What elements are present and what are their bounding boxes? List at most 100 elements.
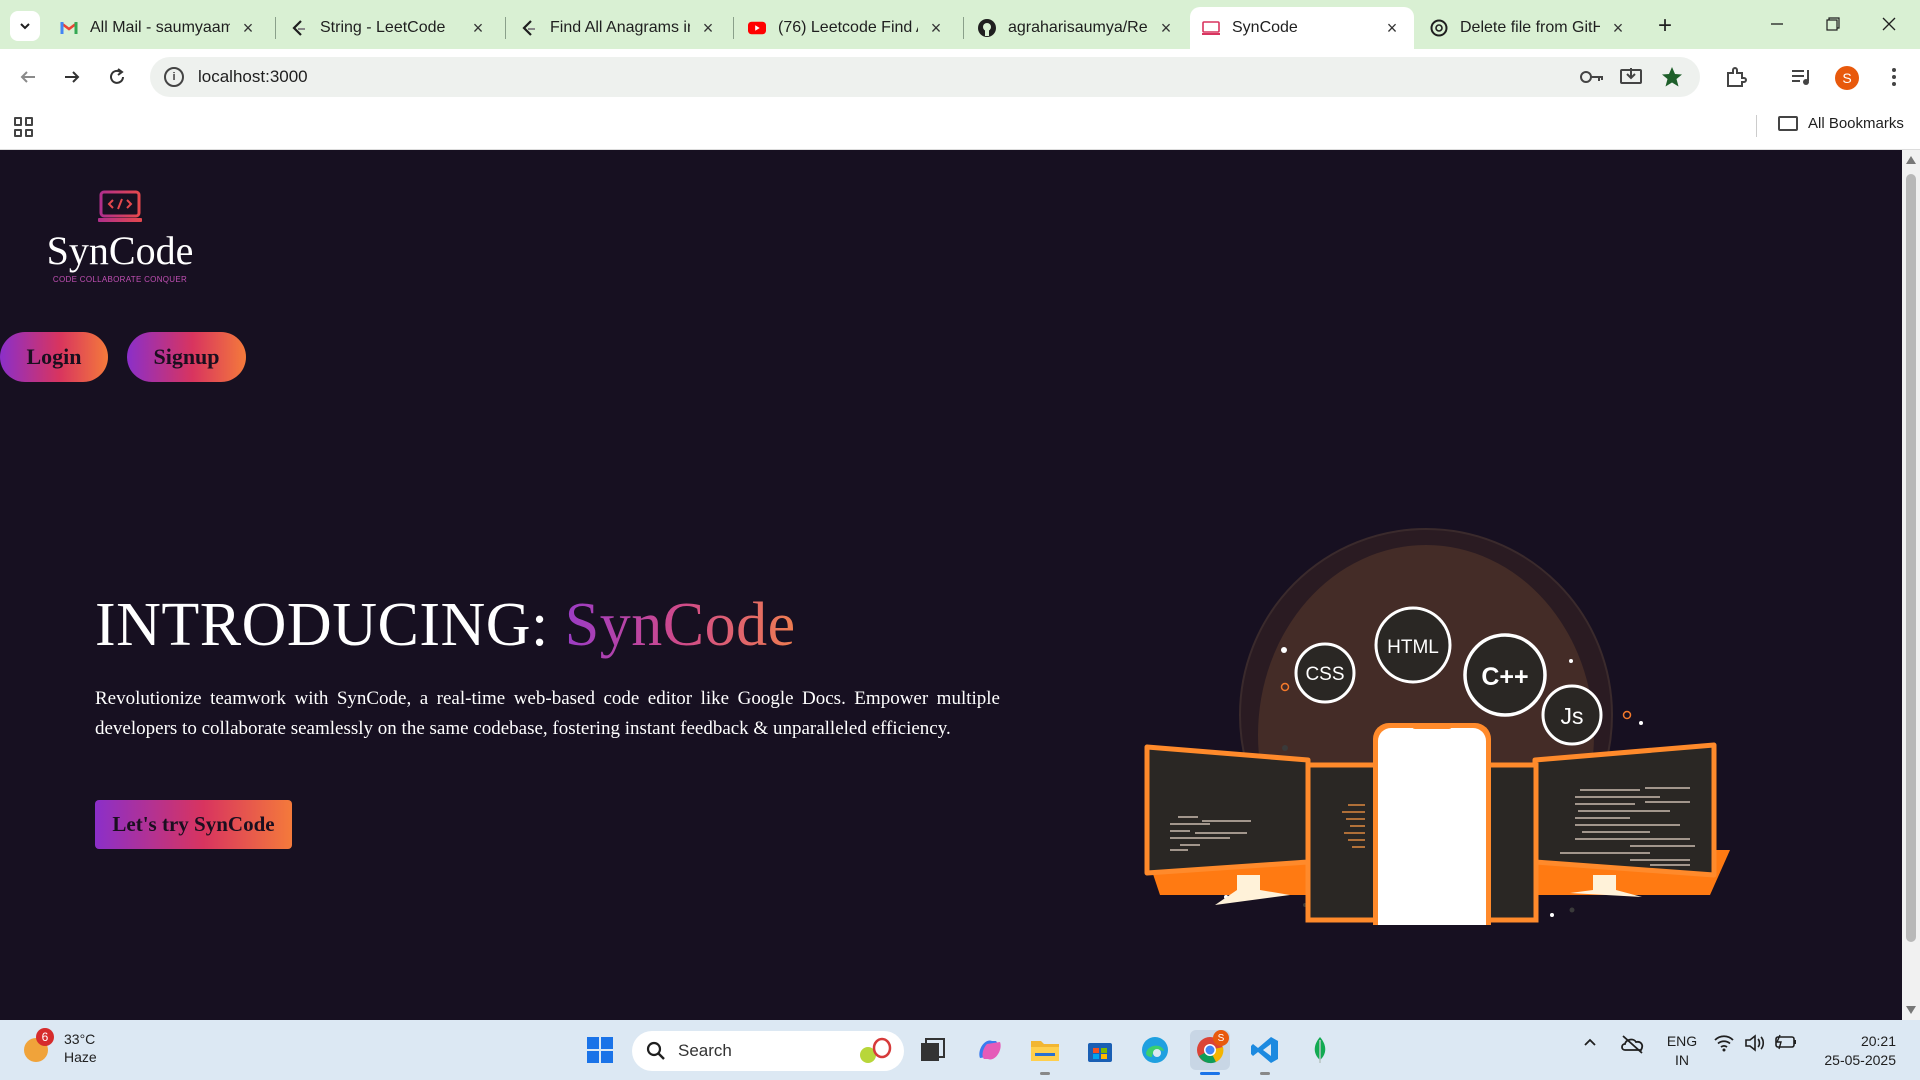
all-bookmarks-label: All Bookmarks	[1808, 115, 1904, 132]
show-hidden-icons[interactable]	[1582, 1034, 1598, 1053]
youtube-icon	[748, 19, 766, 37]
edge-button[interactable]	[1135, 1030, 1175, 1070]
arrow-right-icon	[65, 71, 80, 83]
page-scrollbar[interactable]	[1902, 150, 1920, 1020]
taskbar-search[interactable]: Search	[632, 1031, 904, 1071]
tab-title: agraharisaumya/Real	[1008, 19, 1148, 36]
back-button[interactable]	[12, 61, 44, 93]
search-icon	[646, 1041, 665, 1060]
decor-dot	[1282, 745, 1288, 751]
close-icon[interactable]: ×	[1382, 18, 1402, 38]
scrollbar-thumb[interactable]	[1906, 174, 1916, 942]
bookmark-star-icon[interactable]	[1658, 63, 1686, 91]
minimize-button[interactable]	[1752, 8, 1802, 40]
weather-sun-icon: 6	[22, 1028, 54, 1064]
minimize-icon	[1771, 23, 1783, 25]
forward-button[interactable]	[56, 61, 88, 93]
phone-screen	[1378, 728, 1486, 925]
cpp-badge-label: C++	[1481, 663, 1528, 691]
store-icon	[1088, 1043, 1112, 1062]
all-bookmarks-button[interactable]: All Bookmarks	[1778, 115, 1904, 132]
hero-intro-text: INTRODUCING:	[95, 591, 549, 659]
bookmarks-separator	[1756, 115, 1757, 137]
windows-logo-icon	[587, 1037, 613, 1063]
scroll-up-arrow[interactable]	[1906, 156, 1916, 164]
file-explorer-button[interactable]	[1025, 1030, 1065, 1070]
hero-description: Revolutionize teamwork with SynCode, a r…	[95, 688, 1000, 739]
restore-button[interactable]	[1808, 8, 1858, 40]
left-monitor	[1144, 744, 1311, 876]
tab-separator	[505, 17, 506, 39]
reload-icon	[110, 68, 124, 84]
reload-button[interactable]	[101, 61, 133, 93]
address-bar[interactable]: i localhost:3000	[150, 57, 1700, 97]
media-controls-icon[interactable]	[1788, 63, 1816, 91]
mongodb-leaf-icon	[1314, 1037, 1326, 1063]
language-line2: IN	[1675, 1052, 1689, 1068]
tab-youtube[interactable]: (76) Leetcode Find Al ×	[736, 7, 958, 49]
decor-dot	[1639, 721, 1643, 725]
tab-title: SynCode	[1232, 19, 1298, 36]
chrome-profile-badge: S	[1213, 1030, 1229, 1046]
close-icon[interactable]: ×	[698, 18, 718, 38]
syncode-logo[interactable]: SynCode CODE COLLABORATE CONQUER	[40, 190, 200, 284]
signup-button[interactable]: Signup	[127, 332, 246, 382]
cpp-badge: C++	[1463, 633, 1547, 717]
tab-search-button[interactable]	[10, 11, 40, 41]
wifi-icon[interactable]	[1714, 1034, 1734, 1055]
weather-badge: 6	[36, 1028, 54, 1046]
site-info-icon[interactable]: i	[164, 67, 184, 87]
tab-syncode[interactable]: SynCode ×	[1190, 7, 1414, 49]
app-active-indicator	[1200, 1072, 1220, 1075]
url-text[interactable]: localhost:3000	[198, 67, 308, 87]
system-clock[interactable]: 20:21 25-05-2025	[1816, 1032, 1896, 1070]
more-menu-icon[interactable]	[1880, 63, 1908, 91]
tab-gmail[interactable]: All Mail - saumyaamc ×	[48, 7, 270, 49]
plus-icon: +	[1657, 12, 1672, 39]
tab-github[interactable]: agraharisaumya/Real ×	[966, 7, 1188, 49]
js-badge-label: Js	[1561, 703, 1584, 729]
syncode-landing-page: SynCode CODE COLLABORATE CONQUER Login S…	[0, 150, 1902, 1020]
start-button[interactable]	[580, 1030, 620, 1070]
close-window-button[interactable]	[1864, 8, 1914, 40]
tab-title: String - LeetCode	[320, 19, 446, 36]
html-badge: HTML	[1374, 606, 1452, 684]
close-icon	[1882, 17, 1896, 31]
mongodb-button[interactable]	[1300, 1030, 1340, 1070]
battery-icon[interactable]	[1774, 1034, 1798, 1053]
onedrive-offline-icon[interactable]	[1620, 1034, 1646, 1057]
close-icon[interactable]: ×	[926, 18, 946, 38]
microsoft-store-button[interactable]	[1080, 1030, 1120, 1070]
app-running-indicator	[1260, 1072, 1270, 1075]
weather-widget[interactable]: 6 33°C Haze	[22, 1028, 97, 1066]
new-tab-button[interactable]: +	[1651, 12, 1679, 40]
close-icon[interactable]: ×	[1156, 18, 1176, 38]
profile-avatar[interactable]: S	[1835, 66, 1859, 90]
close-icon[interactable]: ×	[468, 18, 488, 38]
language-indicator[interactable]: ENG IN	[1666, 1032, 1698, 1070]
css-badge-label: CSS	[1305, 664, 1344, 685]
install-app-icon[interactable]	[1617, 63, 1645, 91]
task-view-button[interactable]	[913, 1030, 953, 1070]
weather-temp: 33°C	[64, 1031, 96, 1047]
decor-dot	[1622, 710, 1632, 720]
tab-leetcode-string[interactable]: String - LeetCode ×	[278, 7, 500, 49]
tab-title: Find All Anagrams in	[550, 19, 690, 36]
tab-separator	[963, 17, 964, 39]
close-icon[interactable]: ×	[238, 18, 258, 38]
copilot-button[interactable]	[970, 1030, 1010, 1070]
bookmarks-bar: All Bookmarks	[0, 103, 1920, 150]
password-key-icon[interactable]	[1578, 63, 1606, 91]
html-badge-label: HTML	[1387, 637, 1439, 658]
volume-icon[interactable]	[1744, 1034, 1766, 1055]
tab-chatgpt[interactable]: Delete file from GitH ×	[1418, 7, 1640, 49]
apps-grid-icon[interactable]	[14, 117, 34, 137]
extensions-icon[interactable]	[1722, 63, 1750, 91]
tab-leetcode-anagrams[interactable]: Find All Anagrams in ×	[508, 7, 730, 49]
chrome-button[interactable]: S	[1190, 1030, 1230, 1070]
close-icon[interactable]: ×	[1608, 18, 1628, 38]
login-button[interactable]: Login	[0, 332, 108, 382]
scroll-down-arrow[interactable]	[1906, 1006, 1916, 1014]
try-syncode-button[interactable]: Let's try SynCode	[95, 800, 292, 849]
vscode-button[interactable]	[1245, 1030, 1285, 1070]
